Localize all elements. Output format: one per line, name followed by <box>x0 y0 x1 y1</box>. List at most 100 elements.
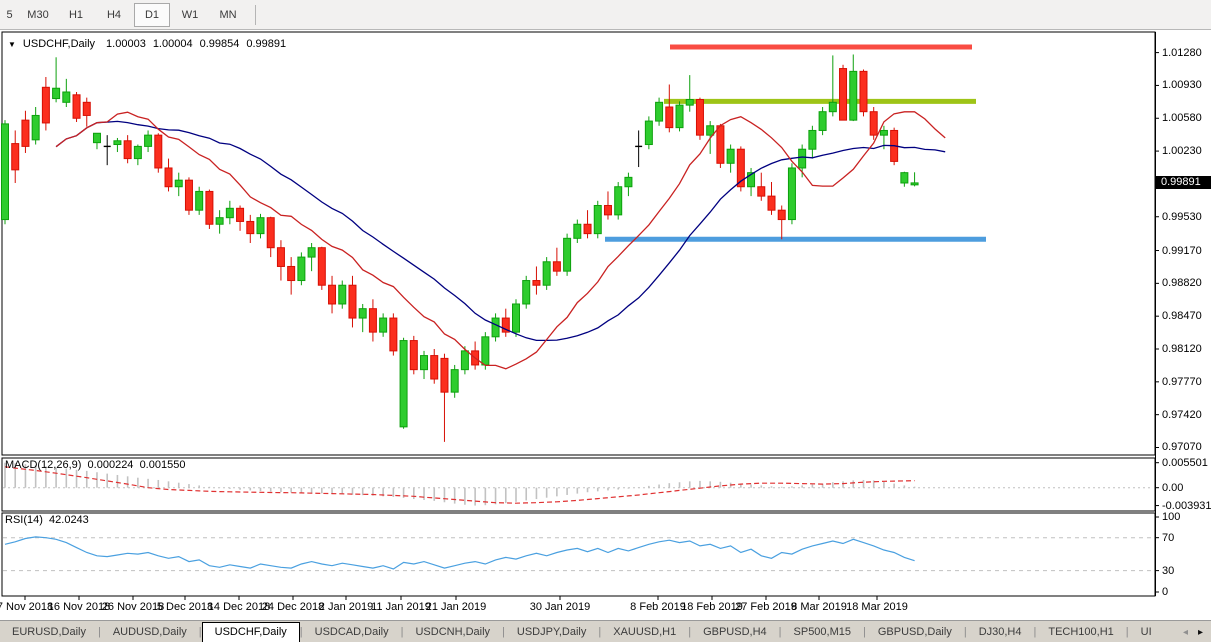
tab-scroll-left-icon[interactable]: ◂ <box>1183 627 1188 638</box>
candle <box>410 341 417 370</box>
macd-name: MACD(12,26,9) <box>5 459 81 471</box>
candle <box>359 309 366 318</box>
chart-dropdown-icon[interactable]: ▼ <box>8 40 16 49</box>
candle <box>22 120 29 146</box>
price-axis-label: 1.00930 <box>1162 79 1202 91</box>
candle <box>788 168 795 220</box>
timeframe-button-h4[interactable]: H4 <box>96 3 132 27</box>
tab-scroll-right-icon[interactable]: ▸ <box>1198 627 1203 638</box>
candle <box>482 337 489 365</box>
rsi-indicator-label: RSI(14) 42.0243 <box>5 514 89 526</box>
timeframe-button-m30[interactable]: M30 <box>20 3 56 27</box>
candle <box>543 262 550 285</box>
symbol-tab-eurusd[interactable]: EURUSD,Daily <box>0 622 98 642</box>
symbol-tab-usdcad[interactable]: USDCAD,Daily <box>303 622 401 642</box>
chart-symbol-label: USDCHF,Daily <box>23 38 95 50</box>
candle <box>523 281 530 304</box>
candle <box>431 356 438 379</box>
symbol-tab-gbpusd[interactable]: GBPUSD,Daily <box>866 622 964 642</box>
price-axis-label: 0.98120 <box>1162 343 1202 355</box>
candle <box>298 257 305 280</box>
candle <box>247 221 254 233</box>
timeframe-button-d1[interactable]: D1 <box>134 3 170 27</box>
candle <box>451 370 458 393</box>
candle <box>768 196 775 210</box>
date-axis-label: 8 Feb 2019 <box>630 601 686 613</box>
symbol-tab-usdjpy[interactable]: USDJPY,Daily <box>505 622 599 642</box>
candle <box>901 173 908 183</box>
symbol-tab-usdchf[interactable]: USDCHF,Daily <box>202 622 300 642</box>
macd-main-value: 0.000224 <box>88 459 134 471</box>
candle <box>165 168 172 187</box>
date-axis-label: 27 Feb 2019 <box>735 601 797 613</box>
candle <box>155 135 162 168</box>
rsi-pane[interactable] <box>2 513 1155 596</box>
ohlc-close: 0.99891 <box>246 38 286 50</box>
price-axis-label: 0.97770 <box>1162 376 1202 388</box>
candle <box>349 285 356 318</box>
date-axis-label: 21 Jan 2019 <box>426 601 487 613</box>
candle <box>625 177 632 186</box>
candle <box>584 224 591 233</box>
candle <box>564 238 571 271</box>
candle <box>53 88 60 98</box>
rsi-axis-label: 100 <box>1162 511 1180 523</box>
candle <box>318 248 325 286</box>
timeframe-button-h1[interactable]: H1 <box>58 3 94 27</box>
price-axis-label: 0.98470 <box>1162 310 1202 322</box>
timeframe-button-5[interactable]: 5 <box>1 3 18 27</box>
price-axis-label: 1.01280 <box>1162 47 1202 59</box>
candle <box>727 149 734 163</box>
candle <box>686 100 693 106</box>
candle <box>492 318 499 337</box>
chart-canvas[interactable] <box>0 0 1211 642</box>
candle <box>860 71 867 111</box>
timeframe-button-mn[interactable]: MN <box>210 3 246 27</box>
ohlc-low: 0.99854 <box>200 38 240 50</box>
candle <box>257 218 264 234</box>
rsi-axis-label: 0 <box>1162 586 1168 598</box>
candle <box>758 187 765 196</box>
price-axis-label: 0.98820 <box>1162 277 1202 289</box>
macd-indicator-label: MACD(12,26,9) 0.000224 0.001550 <box>5 459 185 471</box>
ohlc-high: 1.00004 <box>153 38 193 50</box>
date-axis-label: 24 Dec 2018 <box>262 601 324 613</box>
candle <box>594 205 601 233</box>
candle <box>216 218 223 225</box>
date-axis-label: 7 Nov 2018 <box>0 601 53 613</box>
macd-axis-label: 0.005501 <box>1162 457 1208 469</box>
symbol-tab-ui[interactable]: UI <box>1129 622 1164 642</box>
symbol-tab-sp500[interactable]: SP500,M15 <box>782 622 863 642</box>
candle <box>134 146 141 158</box>
candle <box>267 218 274 248</box>
candle <box>717 126 724 164</box>
candle <box>32 115 39 139</box>
price-axis-label: 1.00580 <box>1162 112 1202 124</box>
symbol-tab-usdcnh[interactable]: USDCNH,Daily <box>403 622 502 642</box>
symbol-tab-tech100[interactable]: TECH100,H1 <box>1036 622 1125 642</box>
date-axis-label: 26 Nov 2018 <box>102 601 164 613</box>
timeframe-toolbar: 5M30H1H4D1W1MN <box>0 0 1211 30</box>
candle <box>778 210 785 219</box>
symbol-tab-dj30[interactable]: DJ30,H4 <box>967 622 1034 642</box>
date-axis-label: 18 Feb 2019 <box>681 601 743 613</box>
current-price-tag: 0.99891 <box>1156 176 1211 189</box>
candle <box>441 358 448 392</box>
timeframe-button-w1[interactable]: W1 <box>172 3 208 27</box>
macd-axis-label: -0.003931 <box>1162 500 1211 512</box>
candle <box>656 102 663 121</box>
candle <box>277 248 284 267</box>
candle <box>196 191 203 210</box>
candle <box>83 102 90 115</box>
candle <box>237 208 244 221</box>
symbol-tab-xauusd[interactable]: XAUUSD,H1 <box>601 622 688 642</box>
date-axis-label: 2 Jan 2019 <box>319 601 373 613</box>
rsi-name: RSI(14) <box>5 514 43 526</box>
symbol-tab-audusd[interactable]: AUDUSD,Daily <box>101 622 199 642</box>
symbol-tab-gbpusd[interactable]: GBPUSD,H4 <box>691 622 779 642</box>
candle <box>676 105 683 128</box>
main-pane[interactable] <box>2 32 1155 455</box>
price-axis-label: 0.99170 <box>1162 245 1202 257</box>
price-axis-label: 0.97070 <box>1162 441 1202 453</box>
candle <box>339 285 346 304</box>
